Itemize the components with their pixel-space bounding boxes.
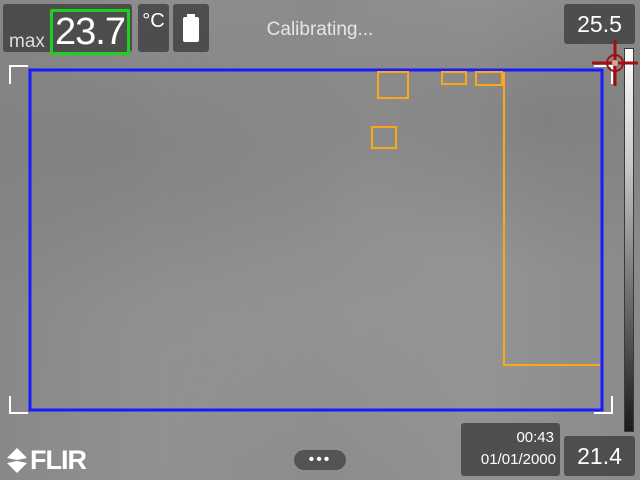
brand-name: FLIR xyxy=(30,445,87,475)
max-value: 23.7 xyxy=(50,9,130,55)
measurement-area-box[interactable] xyxy=(28,68,604,412)
scale-max-value: 25.5 xyxy=(577,11,622,37)
measurement-overlay xyxy=(9,65,613,414)
frame-corner-tl xyxy=(9,65,28,84)
max-measurement-panel[interactable]: max 23.7 xyxy=(3,4,132,55)
status-text: Calibrating... xyxy=(266,19,374,40)
scale-min-value: 21.4 xyxy=(577,443,622,469)
flir-logo-icon xyxy=(7,448,27,473)
temperature-scale-bar[interactable] xyxy=(624,48,634,432)
battery-panel xyxy=(173,4,209,52)
scale-min-panel[interactable]: 21.4 xyxy=(564,436,635,476)
date-display: 01/01/2000 xyxy=(480,451,556,468)
hot-spot-region xyxy=(503,72,600,366)
hot-spot-marker xyxy=(377,71,409,99)
hot-spot-marker xyxy=(441,71,467,85)
scale-max-panel[interactable]: 25.5 xyxy=(564,4,635,44)
datetime-panel: 00:43 01/01/2000 xyxy=(461,423,560,476)
flir-logo: FLIR xyxy=(4,444,100,476)
hot-spot-marker xyxy=(371,126,397,149)
temperature-unit: °C xyxy=(142,10,165,32)
hot-spot-marker xyxy=(475,71,503,86)
frame-corners xyxy=(9,65,613,414)
time-display: 00:43 xyxy=(516,429,554,446)
frame-corner-bl xyxy=(9,396,28,414)
hot-spot-markers xyxy=(371,71,600,366)
crosshair-icon[interactable] xyxy=(592,40,638,86)
more-menu-button[interactable]: ••• xyxy=(294,450,346,470)
unit-panel[interactable]: °C xyxy=(138,4,169,52)
max-label: max xyxy=(9,31,45,52)
battery-icon xyxy=(183,14,199,42)
